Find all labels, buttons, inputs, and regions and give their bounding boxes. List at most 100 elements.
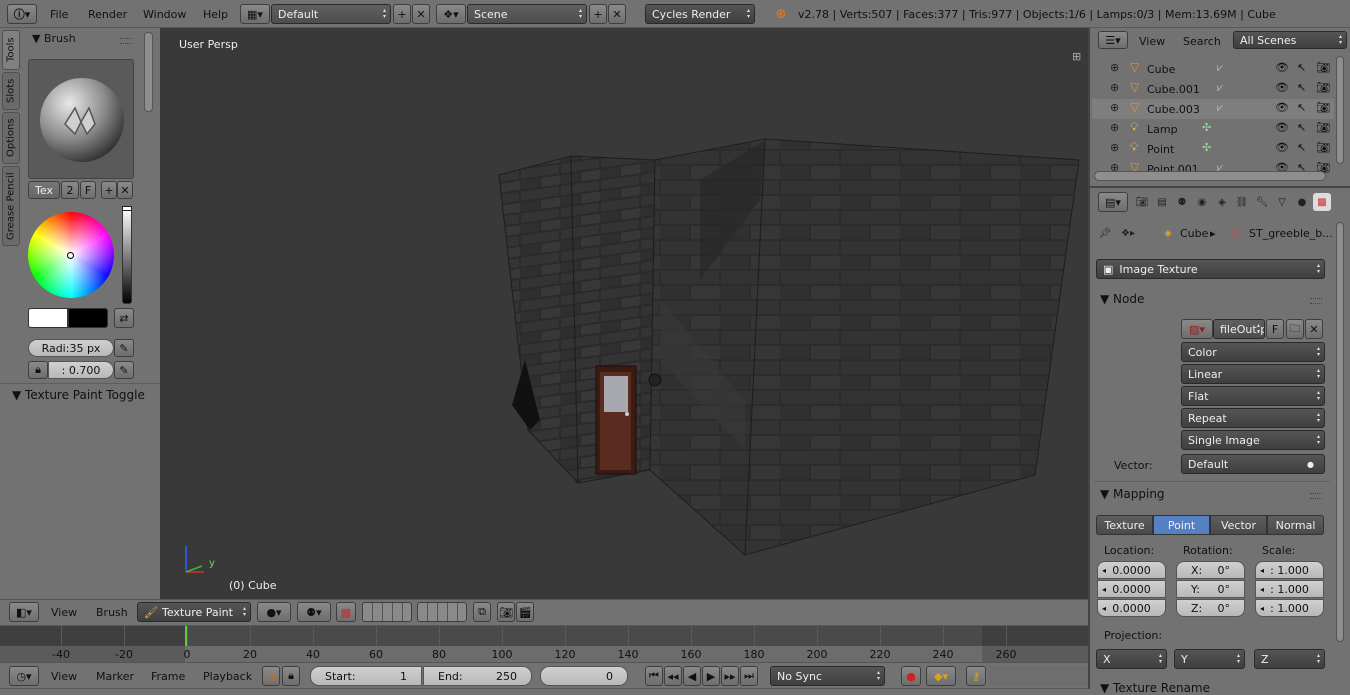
play-button[interactable]: ▶ bbox=[702, 666, 720, 686]
preview-range-button[interactable]: ◔ bbox=[262, 666, 280, 686]
projection-axis-y-dropdown[interactable]: Y bbox=[1174, 649, 1245, 669]
renderable-camera-icon[interactable]: 📷︎ bbox=[1316, 101, 1330, 114]
viewport-menu-view[interactable]: View bbox=[51, 606, 77, 619]
scene-cube-model[interactable] bbox=[160, 28, 1088, 599]
outliner-item-name[interactable]: Cube.003 bbox=[1147, 103, 1200, 116]
outliner-row[interactable]: ⊕ ▽ Cube ⩗ 👁︎ ↖ 📷︎ bbox=[1092, 59, 1334, 79]
renderable-camera-icon[interactable]: 📷︎ bbox=[1316, 81, 1330, 94]
next-keyframe-button[interactable]: ▸▸ bbox=[721, 666, 739, 686]
scene-icon-button[interactable]: ❖▾ bbox=[436, 4, 466, 24]
editor-type-properties-button[interactable]: ▤▾ bbox=[1098, 192, 1128, 212]
lock-frame-button[interactable]: 🔒︎ bbox=[282, 666, 300, 686]
outliner-menu-search[interactable]: Search bbox=[1183, 35, 1221, 48]
selectable-cursor-icon[interactable]: ↖ bbox=[1297, 141, 1306, 154]
outliner-menu-view[interactable]: View bbox=[1139, 35, 1165, 48]
timeline-menu-view[interactable]: View bbox=[51, 670, 77, 683]
editor-type-info-button[interactable]: ⓘ▾ bbox=[7, 4, 37, 24]
expand-icon[interactable]: ⊕ bbox=[1110, 121, 1119, 134]
mapping-tab-vector[interactable]: Vector bbox=[1210, 515, 1267, 535]
layout-remove-button[interactable]: ✕ bbox=[412, 4, 430, 24]
pin-icon[interactable]: 📌︎ bbox=[1097, 225, 1113, 241]
texture-add-button[interactable]: + bbox=[101, 181, 117, 199]
opengl-render-anim-button[interactable]: 🎬︎ bbox=[516, 602, 534, 622]
visibility-eye-icon[interactable]: 👁︎ bbox=[1275, 81, 1289, 94]
selectable-cursor-icon[interactable]: ↖ bbox=[1297, 101, 1306, 114]
jump-start-button[interactable]: ⏮ bbox=[645, 666, 663, 686]
timeline-playhead[interactable] bbox=[185, 626, 187, 646]
keying-set-button[interactable]: ◆▾ bbox=[926, 666, 956, 686]
properties-tab-data-icon[interactable]: ▽ bbox=[1273, 193, 1291, 211]
prev-keyframe-button[interactable]: ◂◂ bbox=[664, 666, 682, 686]
decrement-arrow-icon[interactable]: ◂ bbox=[1260, 585, 1264, 594]
sync-mode-dropdown[interactable]: No Sync bbox=[770, 666, 885, 686]
decrement-arrow-icon[interactable]: ◂ bbox=[1102, 604, 1106, 613]
screen-layout-icon-button[interactable]: ▦▾ bbox=[240, 4, 270, 24]
secondary-color-swatch[interactable] bbox=[68, 308, 108, 328]
tab-slots[interactable]: Slots bbox=[2, 72, 20, 110]
menu-help[interactable]: Help bbox=[203, 8, 228, 21]
scene-add-button[interactable]: + bbox=[589, 4, 607, 24]
outliner-row[interactable]: ⊕ 💡︎ Point ✣ 👁︎ ↖ 📷︎ bbox=[1092, 139, 1334, 159]
mapping-panel-header[interactable]: ▼ Mapping bbox=[1100, 487, 1165, 501]
image-open-button[interactable]: 🗀 bbox=[1286, 319, 1304, 339]
panel-grip-icon[interactable] bbox=[1310, 298, 1322, 304]
value-slider-handle[interactable] bbox=[122, 206, 132, 211]
properties-tab-object-icon[interactable]: ◈ bbox=[1213, 193, 1231, 211]
vector-input-socket[interactable]: Default ● bbox=[1181, 454, 1325, 474]
outliner-item-name[interactable]: Lamp bbox=[1147, 123, 1178, 136]
properties-tab-material-icon[interactable]: ● bbox=[1293, 193, 1311, 211]
outliner-row[interactable]: ⊕ ▽ Cube.003 ⩗ 👁︎ ↖ 📷︎ bbox=[1092, 99, 1334, 119]
properties-tab-texture-icon[interactable]: ▩ bbox=[1313, 193, 1331, 211]
outliner-row[interactable]: ⊕ ▽ Cube.001 ⩗ 👁︎ ↖ 📷︎ bbox=[1092, 79, 1334, 99]
scene-remove-button[interactable]: ✕ bbox=[608, 4, 626, 24]
location-field-0[interactable]: ◂ 0.0000 bbox=[1097, 561, 1166, 579]
texture-type-dropdown[interactable]: ▣ Image Texture bbox=[1096, 259, 1325, 279]
properties-tab-modifiers-icon[interactable]: 🔧︎ bbox=[1253, 193, 1271, 211]
node-panel-header[interactable]: ▼ Node bbox=[1100, 292, 1144, 306]
editor-type-outliner-button[interactable]: ☰▾ bbox=[1098, 31, 1128, 49]
pivot-point-button[interactable]: ⚉▾ bbox=[297, 602, 331, 622]
strength-lock-button[interactable]: 🔒︎ bbox=[28, 361, 48, 379]
visibility-eye-icon[interactable]: 👁︎ bbox=[1275, 121, 1289, 134]
start-frame-field[interactable]: Start: 1 bbox=[310, 666, 422, 686]
strength-pressure-button[interactable]: ✎ bbox=[114, 361, 134, 379]
cube-right-face[interactable] bbox=[744, 138, 1080, 556]
texture-remove-button[interactable]: ✕ bbox=[117, 181, 133, 199]
layer-buttons-group-b[interactable] bbox=[417, 602, 467, 622]
outliner-row[interactable]: ⊕ 💡︎ Lamp ✣ 👁︎ ↖ 📷︎ bbox=[1092, 119, 1334, 139]
lock-layers-button[interactable]: ⧉ bbox=[473, 602, 491, 622]
image-fake-user-button[interactable]: F bbox=[1266, 319, 1284, 339]
outliner-h-scrollbar[interactable] bbox=[1094, 171, 1326, 181]
expand-icon[interactable]: ⊕ bbox=[1110, 61, 1119, 74]
mapping-tab-normal[interactable]: Normal bbox=[1267, 515, 1324, 535]
decrement-arrow-icon[interactable]: ◂ bbox=[1260, 604, 1264, 613]
timeline-menu-frame[interactable]: Frame bbox=[151, 670, 185, 683]
outliner-v-scrollbar[interactable] bbox=[1336, 56, 1344, 164]
end-frame-field[interactable]: End: 250 bbox=[423, 666, 532, 686]
menu-render[interactable]: Render bbox=[88, 8, 127, 21]
current-frame-field[interactable]: 0 bbox=[540, 666, 628, 686]
visibility-eye-icon[interactable]: 👁︎ bbox=[1275, 101, 1289, 114]
rotation-field-2[interactable]: Z: 0° bbox=[1176, 599, 1245, 617]
interaction-mode-dropdown[interactable]: 🖌︎ Texture Paint bbox=[137, 602, 251, 622]
tab-options[interactable]: Options bbox=[2, 112, 20, 164]
selectable-cursor-icon[interactable]: ↖ bbox=[1297, 81, 1306, 94]
interpolation-dropdown[interactable]: Linear bbox=[1181, 364, 1325, 384]
tool-shelf-scrollbar[interactable] bbox=[144, 32, 153, 112]
primary-color-swatch[interactable] bbox=[28, 308, 68, 328]
editor-type-timeline-button[interactable]: ◷▾ bbox=[9, 666, 39, 686]
selectable-cursor-icon[interactable]: ↖ bbox=[1297, 121, 1306, 134]
insert-keyframe-button[interactable]: ⚷ bbox=[966, 666, 986, 686]
texture-rename-panel-header[interactable]: ▼ Texture Rename bbox=[1100, 681, 1210, 695]
layer-buttons-group-a[interactable] bbox=[362, 602, 412, 622]
properties-tab-render-layers-icon[interactable]: ▤ bbox=[1153, 193, 1171, 211]
mapping-tab-point[interactable]: Point bbox=[1153, 515, 1210, 535]
visibility-eye-icon[interactable]: 👁︎ bbox=[1275, 61, 1289, 74]
image-source-dropdown[interactable]: Single Image bbox=[1181, 430, 1325, 450]
render-engine-dropdown[interactable]: Cycles Render bbox=[645, 4, 755, 24]
properties-tab-scene-icon[interactable]: ⚉ bbox=[1173, 193, 1191, 211]
renderable-camera-icon[interactable]: 📷︎ bbox=[1316, 61, 1330, 74]
expand-icon[interactable]: ⊕ bbox=[1110, 141, 1119, 154]
timeline-menu-playback[interactable]: Playback bbox=[203, 670, 252, 683]
brush-preview-icon[interactable] bbox=[40, 78, 124, 162]
